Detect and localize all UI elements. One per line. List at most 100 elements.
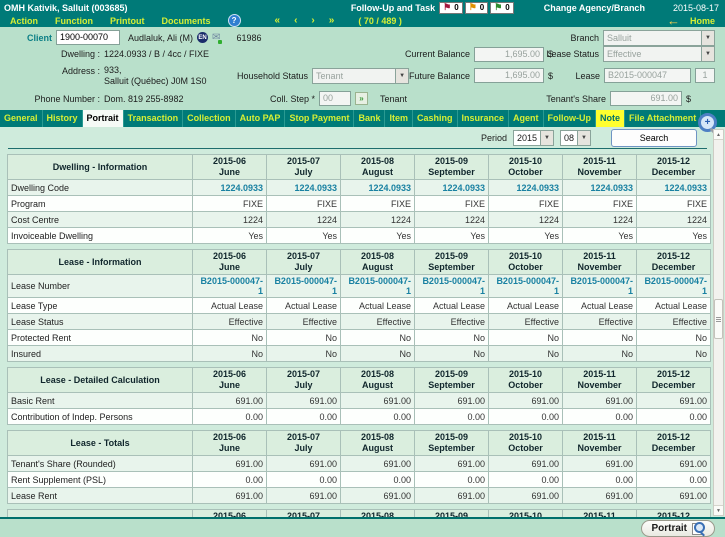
followup-flags: ⚑0⚑0⚑0	[439, 2, 514, 14]
tab-transaction[interactable]: Transaction	[124, 110, 184, 127]
cell-link[interactable]: B2015-000047-1	[341, 275, 415, 298]
month-name: October	[489, 262, 562, 273]
record-navigation: « ‹ › » ( 70 / 489 )	[275, 15, 402, 26]
tab-item[interactable]: Item	[385, 110, 413, 127]
month-name: August	[341, 167, 414, 178]
household-status-select[interactable]: Tenant▼	[312, 68, 409, 84]
current-balance-field[interactable]: 1,695.00	[474, 47, 544, 62]
tab-follow-up[interactable]: Follow-Up	[544, 110, 597, 127]
period-month-select[interactable]: 08▼	[560, 130, 591, 146]
cell-value: 691.00	[489, 393, 563, 409]
back-arrow-icon[interactable]: ←	[667, 16, 680, 26]
tab-general[interactable]: General	[0, 110, 43, 127]
month-code: 2015-08	[341, 369, 414, 380]
period-year-select[interactable]: 2015▼	[513, 130, 554, 146]
flag-indicator-red[interactable]: ⚑0	[439, 2, 463, 14]
coll-step-field[interactable]: 00	[319, 91, 351, 106]
nav-prev-button[interactable]: ‹	[294, 15, 297, 26]
lease-seq-field[interactable]: 1	[695, 68, 715, 83]
month-code: 2015-12	[637, 369, 710, 380]
cell-link[interactable]: 1224.0933	[415, 180, 489, 196]
cell-value: 691.00	[489, 488, 563, 504]
table-row-contribution-of-indep-persons: Contribution of Indep. Persons0.000.000.…	[8, 409, 711, 425]
help-icon[interactable]: ?	[228, 14, 241, 27]
tenants-share-field[interactable]: 691.00	[610, 91, 682, 106]
tab-cashing[interactable]: Cashing	[413, 110, 458, 127]
menu-printout[interactable]: Printout	[110, 16, 145, 26]
flag-indicator-green[interactable]: ⚑0	[490, 2, 514, 14]
cell-value: Actual Lease	[267, 298, 341, 314]
month-name: July	[267, 380, 340, 391]
month-header-2015-06: 2015-06June	[193, 431, 267, 456]
dropdown-arrow-icon: ▼	[395, 69, 408, 83]
month-name: December	[637, 167, 710, 178]
row-label: Contribution of Indep. Persons	[8, 409, 193, 425]
cell-link[interactable]: B2015-000047-1	[637, 275, 711, 298]
month-code: 2015-10	[489, 251, 562, 262]
tab-bank[interactable]: Bank	[354, 110, 385, 127]
client-number-input[interactable]: 1900-00070	[56, 30, 120, 45]
cell-link[interactable]: B2015-000047-1	[267, 275, 341, 298]
cell-link[interactable]: 1224.0933	[193, 180, 267, 196]
menu-action[interactable]: Action	[10, 16, 38, 26]
cell-link[interactable]: B2015-000047-1	[193, 275, 267, 298]
cell-value: No	[267, 330, 341, 346]
search-button[interactable]: Search	[611, 129, 697, 147]
change-agency-link[interactable]: Change Agency/Branch	[544, 3, 645, 13]
month-name: October	[489, 167, 562, 178]
menu-documents[interactable]: Documents	[162, 16, 211, 26]
cell-link[interactable]: 1224.0933	[563, 180, 637, 196]
scroll-up-arrow-icon[interactable]: ▲	[714, 130, 723, 140]
tab-history[interactable]: History	[43, 110, 83, 127]
cell-link[interactable]: B2015-000047-1	[489, 275, 563, 298]
cell-link[interactable]: 1224.0933	[489, 180, 563, 196]
table-row-lease-type: Lease TypeActual LeaseActual LeaseActual…	[8, 298, 711, 314]
cell-link[interactable]: B2015-000047-1	[563, 275, 637, 298]
vertical-scrollbar[interactable]: ▲ ▼	[713, 129, 724, 516]
future-balance-field[interactable]: 1,695.00	[474, 68, 544, 83]
month-header-2015-11: 2015-11November	[563, 431, 637, 456]
menu-items: Action Function Printout Documents	[10, 16, 228, 26]
coll-step-lookup-icon[interactable]: »	[355, 92, 368, 105]
tab-portrait[interactable]: Portrait	[83, 110, 124, 127]
tab-file-attachment[interactable]: File Attachment	[625, 110, 701, 127]
nav-first-button[interactable]: «	[275, 15, 281, 26]
scroll-down-arrow-icon[interactable]: ▼	[714, 505, 723, 515]
home-link[interactable]: Home	[690, 16, 715, 26]
row-label: Protected Rent	[8, 330, 193, 346]
lease-status-select[interactable]: Effective▼	[603, 46, 715, 62]
tab-agent[interactable]: Agent	[509, 110, 544, 127]
menu-bar: Action Function Printout Documents ? « ‹ › …	[0, 14, 725, 27]
nav-next-button[interactable]: ›	[311, 15, 314, 26]
record-counter: ( 70 / 489 )	[358, 16, 402, 26]
scrollbar-thumb[interactable]	[714, 299, 723, 339]
tab-note[interactable]: Note	[596, 110, 625, 127]
month-header-2015-06: 2015-06June	[193, 155, 267, 180]
month-code: 2015-09	[415, 156, 488, 167]
client-label: Client	[27, 33, 52, 43]
row-label: Rent Supplement (PSL)	[8, 472, 193, 488]
month-header-2015-07: 2015-07July	[267, 368, 341, 393]
month-name: September	[415, 262, 488, 273]
tab-collection[interactable]: Collection	[183, 110, 236, 127]
cell-value: No	[637, 330, 711, 346]
cell-value: Effective	[489, 314, 563, 330]
nav-last-button[interactable]: »	[329, 15, 335, 26]
address-line2: Salluit (Québec) J0M 1S0	[104, 76, 207, 86]
cell-value: 0.00	[637, 409, 711, 425]
cell-value: 1224	[563, 212, 637, 228]
cell-link[interactable]: 1224.0933	[637, 180, 711, 196]
flag-indicator-orange[interactable]: ⚑0	[465, 2, 489, 14]
portrait-report-button[interactable]: Portrait	[641, 520, 715, 537]
branch-select[interactable]: Salluit▼	[603, 30, 715, 46]
tab-insurance[interactable]: Insurance	[458, 110, 510, 127]
cell-link[interactable]: 1224.0933	[341, 180, 415, 196]
envelope-icon[interactable]: ✉	[212, 33, 220, 43]
menu-function[interactable]: Function	[55, 16, 93, 26]
tab-stop-payment[interactable]: Stop Payment	[285, 110, 354, 127]
lease-number-field[interactable]: B2015-000047	[604, 68, 691, 83]
cell-link[interactable]: B2015-000047-1	[415, 275, 489, 298]
row-label: Lease Status	[8, 314, 193, 330]
tab-auto-pap[interactable]: Auto PAP	[236, 110, 286, 127]
cell-link[interactable]: 1224.0933	[267, 180, 341, 196]
